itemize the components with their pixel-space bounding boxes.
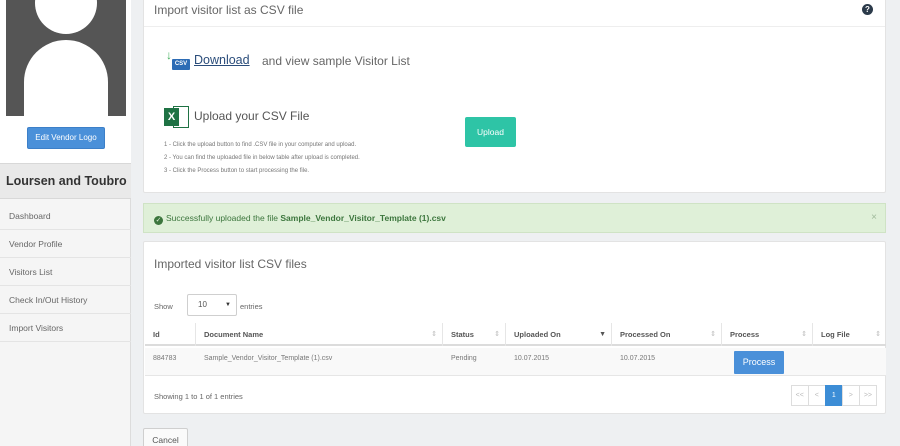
sidebar-item-dashboard[interactable]: Dashboard	[0, 202, 131, 230]
instruction-line: 2 - You can find the uploaded file in be…	[164, 155, 360, 161]
avatar-head	[35, 0, 97, 34]
cell-document-name: Sample_Vendor_Visitor_Template (1).csv	[204, 355, 333, 362]
sidebar-item-vendor-profile[interactable]: Vendor Profile	[0, 230, 131, 258]
column-header-uploaded-on[interactable]: Uploaded On ▼	[506, 323, 612, 346]
avatar	[6, 0, 126, 116]
cell-processed-on: 10.07.2015	[620, 355, 656, 362]
sidebar-nav: Dashboard Vendor Profile Visitors List C…	[0, 202, 131, 342]
edit-vendor-logo-button[interactable]: Edit Vendor Logo	[27, 127, 105, 149]
page-size-select[interactable]: 10 ▼	[187, 294, 237, 316]
excel-icon: X	[164, 105, 190, 129]
cell-id: 884783	[153, 355, 177, 362]
cancel-button[interactable]: Cancel	[143, 428, 188, 446]
upload-title: Upload your CSV File	[194, 109, 310, 123]
csv-download-icon: ↓ CSV	[164, 49, 190, 73]
instruction-line: 1 - Click the upload button to find .CSV…	[164, 142, 357, 148]
sidebar-item-check-in-out-history[interactable]: Check In/Out History	[0, 286, 131, 314]
main-content: Import visitor list as CSV file ? ↓ CSV …	[131, 0, 900, 446]
show-label: Show	[154, 302, 173, 311]
cell-uploaded-on: 10.07.2015	[514, 355, 550, 362]
process-button[interactable]: Process	[734, 351, 784, 374]
csv-badge-icon: CSV	[172, 59, 190, 70]
sort-icon: ⇕	[875, 331, 881, 338]
sort-icon: ⇕	[801, 331, 807, 338]
caret-down-icon: ▼	[225, 302, 231, 308]
divider	[144, 26, 885, 27]
sidebar-item-import-visitors[interactable]: Import Visitors	[0, 314, 131, 342]
download-sample-link[interactable]: Download	[194, 53, 250, 67]
upload-instructions: 1 - Click the upload button to find .CSV…	[164, 139, 360, 178]
cell-status: Pending	[451, 355, 477, 362]
column-header-processed-on[interactable]: Processed On ⇕	[612, 323, 722, 346]
column-header-document-name[interactable]: Document Name ⇕	[196, 323, 443, 346]
entries-label: entries	[240, 302, 263, 311]
sort-icon: ⇕	[431, 331, 437, 338]
table-header: Id Document Name ⇕ Status ⇕ Uploaded On ▼ P…	[145, 323, 886, 346]
sort-desc-icon: ▼	[599, 331, 606, 338]
page-size-control: Show 10 ▼ entries	[154, 294, 263, 316]
table-row: 884783 Sample_Vendor_Visitor_Template (1…	[145, 348, 886, 376]
help-icon[interactable]: ?	[862, 4, 873, 15]
avatar-body	[24, 40, 108, 116]
last-page-button[interactable]: >>	[858, 385, 877, 406]
column-header-status[interactable]: Status ⇕	[443, 323, 506, 346]
instruction-line: 3 - Click the Process button to start pr…	[164, 168, 310, 174]
check-circle-icon: ✓	[154, 216, 163, 225]
next-page-button[interactable]: >	[841, 385, 860, 406]
imported-files-title: Imported visitor list CSV files	[154, 257, 307, 271]
column-header-id[interactable]: Id	[145, 323, 196, 346]
first-page-button[interactable]: <<	[790, 385, 809, 406]
sidebar: Edit Vendor Logo Loursen and Toubro Dash…	[0, 0, 131, 446]
sort-icon: ⇕	[710, 331, 716, 338]
pagination: << < 1 > >>	[790, 385, 877, 406]
previous-page-button[interactable]: <	[807, 385, 826, 406]
sort-icon: ⇕	[494, 331, 500, 338]
import-panel-title: Import visitor list as CSV file	[154, 3, 304, 17]
column-header-process[interactable]: Process ⇕	[722, 323, 813, 346]
page-1-button[interactable]: 1	[824, 385, 843, 406]
company-name: Loursen and Toubro	[0, 163, 131, 199]
close-icon[interactable]: ×	[871, 204, 877, 232]
sidebar-item-visitors-list[interactable]: Visitors List	[0, 258, 131, 286]
import-panel: Import visitor list as CSV file ? ↓ CSV …	[143, 0, 886, 193]
alert-message: Successfully uploaded the file	[166, 213, 278, 223]
success-alert: ✓ Successfully uploaded the file Sample_V…	[143, 203, 886, 233]
column-header-log-file[interactable]: Log File ⇕	[813, 323, 886, 346]
alert-file-name: Sample_Vendor_Visitor_Template (1).csv	[280, 213, 446, 223]
imported-files-panel: Imported visitor list CSV files Show 10 …	[143, 241, 886, 414]
showing-entries-info: Showing 1 to 1 of 1 entries	[154, 392, 243, 401]
download-description: and view sample Visitor List	[262, 54, 410, 68]
upload-button[interactable]: Upload	[465, 117, 516, 147]
avatar-area: Edit Vendor Logo	[0, 0, 131, 163]
